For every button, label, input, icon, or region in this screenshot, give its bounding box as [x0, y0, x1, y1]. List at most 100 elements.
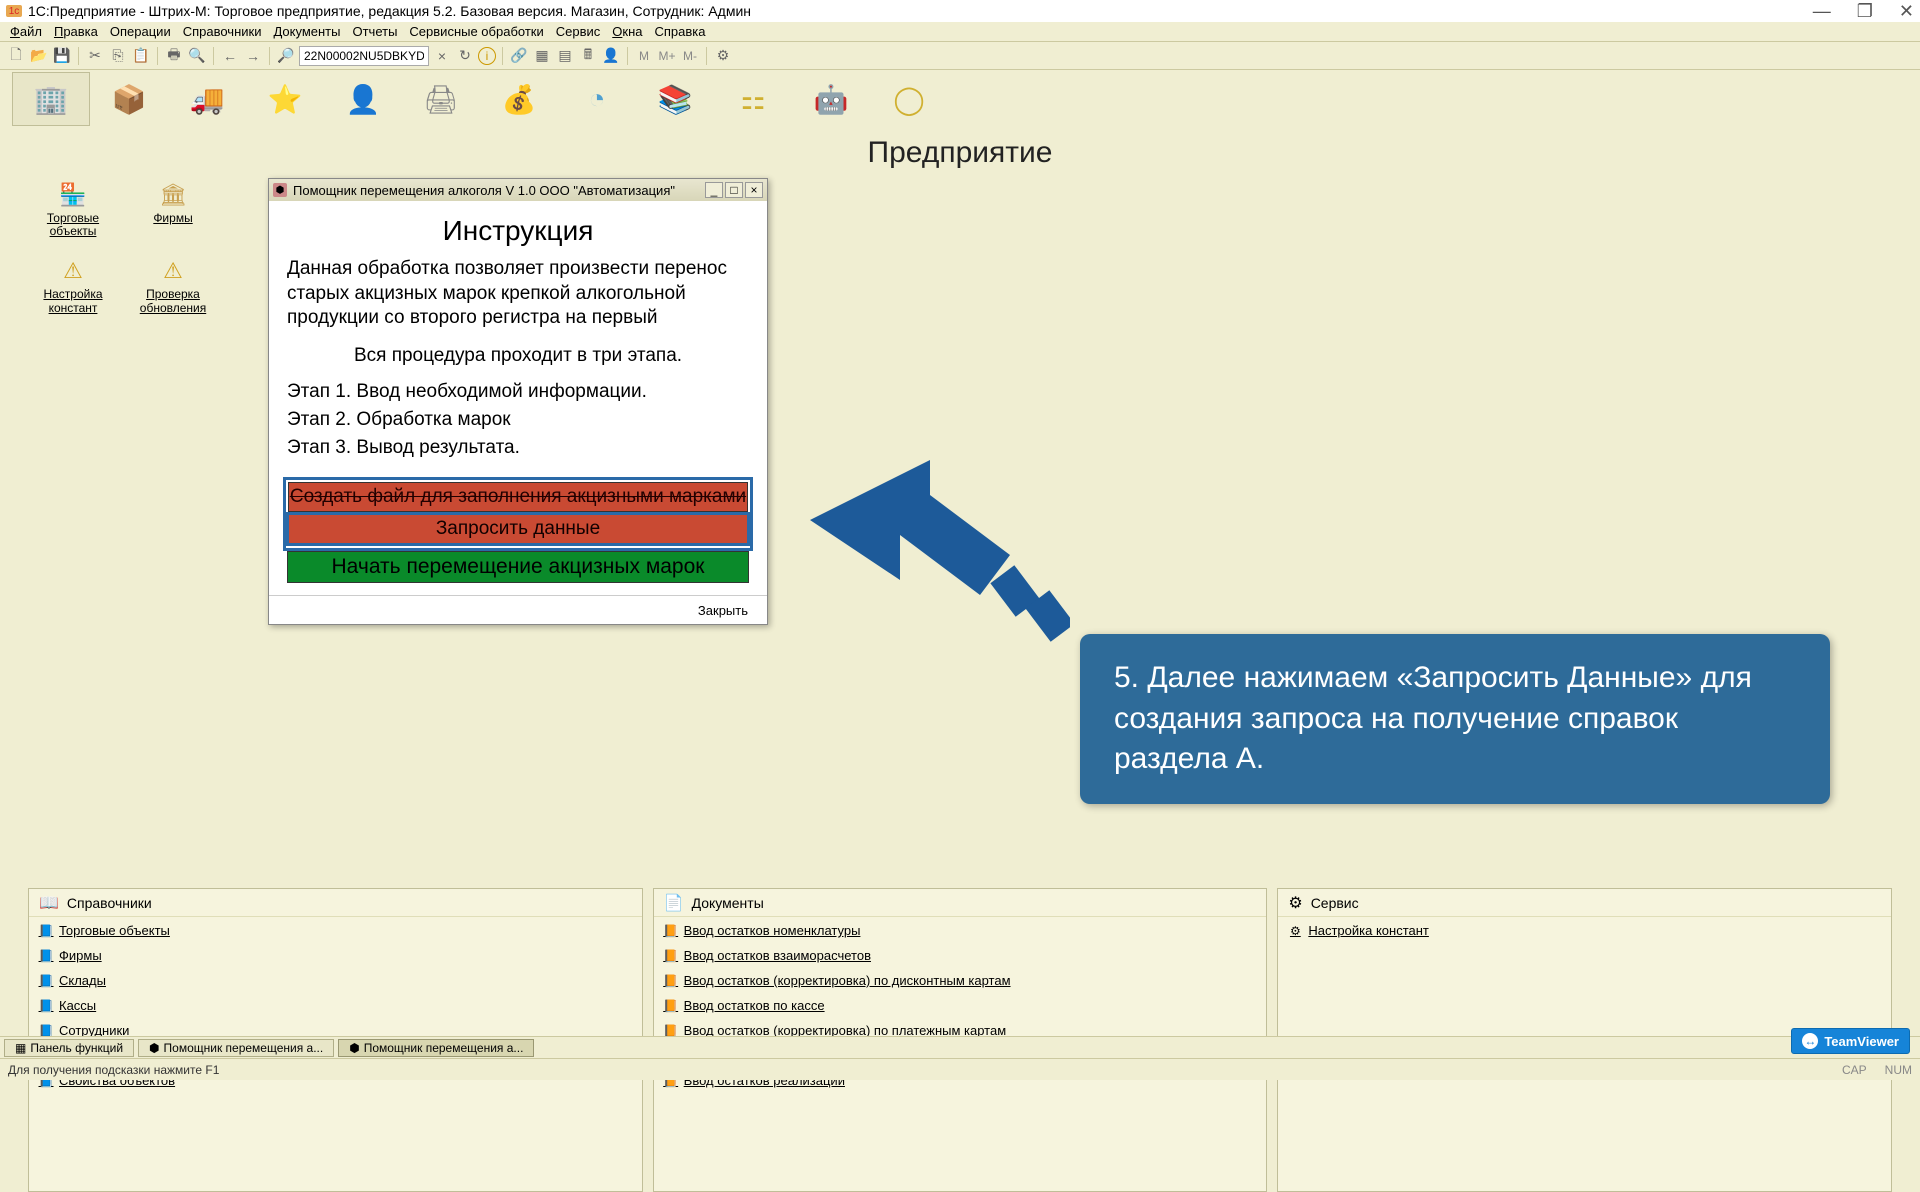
helper-dialog: ⬢ Помощник перемещения алкоголя V 1.0 ОО… [268, 178, 768, 625]
panel-link[interactable]: 📘Торговые объекты [39, 923, 632, 938]
panel-link[interactable]: 📘Фирмы [39, 948, 632, 963]
ribbon-person[interactable]: 👤 [324, 72, 402, 126]
tool-print-icon[interactable]: 🖶 [164, 46, 184, 66]
shortcut-trade-objects[interactable]: 🏪 Торговые объекты [28, 182, 118, 238]
tool-preview-icon[interactable]: 🔍 [187, 46, 207, 66]
ribbon-star[interactable]: ⭐ [246, 72, 324, 126]
ribbon-enterprise[interactable]: 🏢 [12, 72, 90, 126]
panel-head: 📖 Справочники [29, 889, 642, 917]
menu-edit[interactable]: Правка [54, 24, 98, 39]
link-text: Ввод остатков номенклатуры [684, 923, 861, 938]
tool-back-icon[interactable]: ← [220, 46, 240, 66]
request-data-button[interactable]: Запросить данные [288, 514, 748, 544]
menu-help[interactable]: Справка [655, 24, 706, 39]
shortcut-firms[interactable]: 🏛 Фирмы [128, 182, 218, 238]
menu-catalogs[interactable]: Справочники [183, 24, 262, 39]
separator [269, 47, 270, 65]
dialog-icon: ⬢ [273, 183, 287, 197]
task-label: Панель функций [30, 1041, 123, 1055]
tool-new-icon[interactable]: 🗋 [6, 46, 26, 66]
tool-copy-icon[interactable]: ⎘ [108, 46, 128, 66]
menu-file[interactable]: Файл [10, 24, 42, 39]
dialog-close[interactable]: × [745, 182, 763, 198]
tool-m-icon[interactable]: M [634, 46, 654, 66]
panel-link[interactable]: 📙Ввод остатков номенклатуры [664, 923, 1257, 938]
ribbon-goods[interactable]: 📦 [90, 72, 168, 126]
callout-box: 5. Далее нажимаем «Запросить Данные» для… [1080, 634, 1830, 804]
shortcut-label: Проверка обновления [140, 288, 206, 314]
ribbon-money[interactable]: 💰 [480, 72, 558, 126]
app-icon: 1c [6, 5, 22, 17]
teamviewer-label: TeamViewer [1824, 1034, 1899, 1049]
tool-save-icon[interactable]: 💾 [52, 46, 72, 66]
start-move-button[interactable]: Начать перемещение акцизных марок [287, 551, 749, 583]
shortcut-constants[interactable]: ⚠ Настройка констант [28, 258, 118, 314]
tool-cut-icon[interactable]: ✂ [85, 46, 105, 66]
tool-paste-icon[interactable]: 📋 [131, 46, 151, 66]
status-cap: CAP [1842, 1063, 1867, 1077]
menu-documents[interactable]: Документы [273, 24, 340, 39]
panel-link[interactable]: 📙Ввод остатков взаиморасчетов [664, 948, 1257, 963]
shortcut-update-check[interactable]: ⚠ Проверка обновления [128, 258, 218, 314]
tool-grid2-icon[interactable]: ▤ [555, 46, 575, 66]
ribbon-org[interactable]: ⚏ [714, 72, 792, 126]
statusbar: Для получения подсказки нажмите F1 CAP N… [0, 1058, 1920, 1080]
tool-help-icon[interactable]: i [478, 47, 496, 65]
ribbon-piechart[interactable]: ◔ [558, 72, 636, 126]
taskbar-helper-2[interactable]: ⬢ Помощник перемещения а... [338, 1039, 534, 1057]
tool-gear-icon[interactable]: ⚙ [713, 46, 733, 66]
menu-reports[interactable]: Отчеты [352, 24, 397, 39]
maximize-button[interactable]: ❐ [1857, 1, 1873, 22]
panel-link[interactable]: 📙Ввод остатков по кассе [664, 998, 1257, 1013]
dialog-maximize[interactable]: □ [725, 182, 743, 198]
teamviewer-badge[interactable]: ↔ TeamViewer [1791, 1028, 1910, 1054]
dialog-titlebar[interactable]: ⬢ Помощник перемещения алкоголя V 1.0 ОО… [269, 179, 767, 201]
tool-open-icon[interactable]: 📂 [29, 46, 49, 66]
status-num: NUM [1885, 1063, 1912, 1077]
dialog-close-button[interactable]: Закрыть [689, 600, 757, 621]
separator [502, 47, 503, 65]
tool-search-icon[interactable]: 🔎 [276, 46, 296, 66]
titlebar: 1c 1С:Предприятие - Штрих-М: Торговое пр… [0, 0, 1920, 22]
tool-forward-icon[interactable]: → [243, 46, 263, 66]
tool-calc-icon[interactable]: 🖩 [578, 46, 598, 66]
menu-windows[interactable]: Окна [612, 24, 642, 39]
taskbar-panel-functions[interactable]: ▦ Панель функций [4, 1039, 134, 1057]
taskbar-helper-1[interactable]: ⬢ Помощник перемещения а... [138, 1039, 334, 1057]
status-hint: Для получения подсказки нажмите F1 [8, 1063, 219, 1077]
ribbon-books[interactable]: 📚 [636, 72, 714, 126]
panel-link[interactable]: 📙Ввод остатков (корректировка) по дискон… [664, 973, 1257, 988]
link-icon: 📘 [39, 924, 53, 938]
gear-icon: ⚙ [1288, 893, 1302, 913]
close-button[interactable]: ✕ [1899, 1, 1914, 22]
ribbon-cashreg[interactable]: 🖨 [402, 72, 480, 126]
menu-operations[interactable]: Операции [110, 24, 171, 39]
link-icon: ⚙ [1288, 924, 1302, 938]
link-icon: 📘 [39, 974, 53, 988]
tool-mminus-icon[interactable]: M- [680, 46, 700, 66]
menu-service-proc[interactable]: Сервисные обработки [409, 24, 543, 39]
tool-clear-icon[interactable]: × [432, 46, 452, 66]
panel-link[interactable]: ⚙Настройка констант [1288, 923, 1881, 938]
tool-link-icon[interactable]: 🔗 [509, 46, 529, 66]
task-label: Помощник перемещения а... [364, 1041, 524, 1055]
panel-link[interactable]: 📘Кассы [39, 998, 632, 1013]
tool-mplus-icon[interactable]: M+ [657, 46, 677, 66]
panel-body: ⚙Настройка констант [1278, 917, 1891, 944]
link-text: Склады [59, 973, 106, 988]
tool-user-icon[interactable]: 👤 [601, 46, 621, 66]
ribbon-robot[interactable]: 🤖 [792, 72, 870, 126]
dialog-title-text: Помощник перемещения алкоголя V 1.0 ООО … [293, 183, 675, 198]
ribbon-cycle[interactable]: ◯ [870, 72, 948, 126]
dialog-minimize[interactable]: _ [705, 182, 723, 198]
tool-grid1-icon[interactable]: ▦ [532, 46, 552, 66]
create-file-button[interactable]: Создать файл для заполнения акцизными ма… [288, 482, 748, 512]
ribbon-delivery[interactable]: 🚚 [168, 72, 246, 126]
menu-service[interactable]: Сервис [556, 24, 601, 39]
minimize-button[interactable]: — [1813, 1, 1831, 22]
search-input[interactable] [299, 46, 429, 66]
building-icon: 🏪 [55, 182, 91, 208]
panel-link[interactable]: 📘 Склады [39, 973, 632, 988]
teamviewer-icon: ↔ [1802, 1033, 1818, 1049]
tool-refresh-icon[interactable]: ↻ [455, 46, 475, 66]
